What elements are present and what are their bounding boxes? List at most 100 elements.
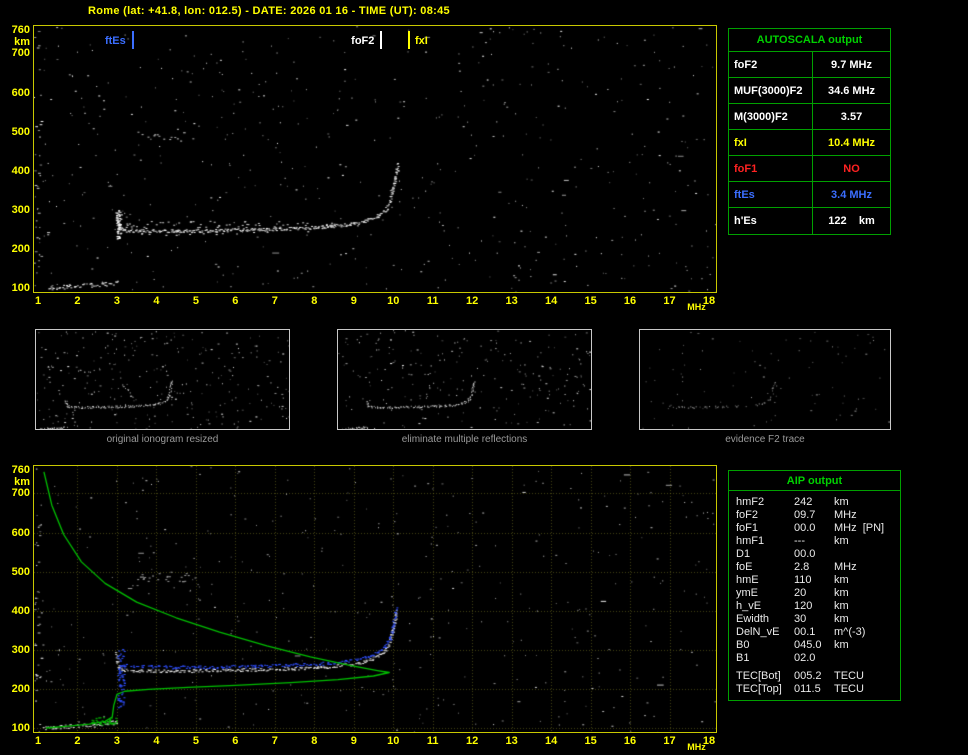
y-tick-label-600: 600	[11, 526, 30, 539]
autoscala-row-value: NO	[843, 162, 860, 175]
aip-row-label: DelN_vE	[736, 626, 780, 638]
x-tick-label-14: 14	[544, 735, 558, 747]
top-ionogram-plot: ftEs foF2 fxI	[33, 25, 717, 293]
y-axis-unit: km	[14, 36, 30, 48]
autoscala-row-label: MUF(3000)F2	[729, 78, 813, 103]
x-tick-label-2: 2	[74, 735, 81, 747]
x-tick-label-16: 16	[623, 295, 637, 307]
aip-row-DelN_vE: DelN_vE 00.1 m^(-3)	[729, 626, 900, 639]
thumbnail-caption-1: original ionogram resized	[106, 434, 219, 445]
aip-row-value: ---	[794, 535, 805, 547]
autoscala-screen: Rome (lat: +41.8, lon: 012.5) - DATE: 20…	[0, 0, 968, 755]
x-tick-label-11: 11	[426, 295, 439, 307]
aip-row-value: 00.1	[794, 626, 816, 638]
x-tick-label-15: 15	[584, 735, 597, 747]
marker-label-fxI: fxI	[415, 35, 428, 47]
y-tick-label-400: 400	[11, 604, 30, 617]
x-tick-label-2: 2	[74, 295, 81, 307]
aip-row-label: ymE	[736, 587, 758, 599]
aip-row-D1: D1 00.0	[729, 548, 900, 561]
aip-row-label: Ewidth	[736, 613, 770, 625]
aip-row-ymE: ymE 20 km	[729, 587, 900, 600]
x-tick-label-8: 8	[311, 735, 318, 747]
x-tick-label-3: 3	[113, 735, 120, 747]
x-tick-label-9: 9	[350, 735, 357, 747]
thumbnail-3	[639, 329, 891, 430]
aip-row-value: 02.0	[794, 652, 816, 664]
thumbnail-1	[35, 329, 290, 430]
marker-label-ftEs: ftEs	[104, 35, 126, 47]
aip-row-unit: TECU	[834, 670, 864, 682]
aip-row-unit	[834, 652, 900, 665]
x-axis-unit: MHz	[687, 302, 706, 312]
aip-row-label: foF1	[736, 522, 759, 534]
marker-label-foF2: foF2	[351, 35, 375, 47]
aip-row-value: 120	[794, 600, 813, 612]
aip-row-value: 00.0	[794, 548, 816, 560]
aip-row-unit: km	[834, 587, 849, 599]
y-tick-label-760: 760	[11, 464, 30, 476]
y-tick-label-300: 300	[11, 203, 30, 216]
aip-row-TEC[Top]: TEC[Top] 011.5 TECU	[729, 683, 900, 696]
x-tick-label-10: 10	[387, 735, 400, 747]
x-tick-label-7: 7	[271, 295, 278, 307]
x-tick-label-5: 5	[192, 735, 199, 747]
aip-row-label: hmE	[736, 574, 759, 586]
aip-row-unit: km	[834, 535, 849, 547]
thumbnail-2	[337, 329, 592, 430]
autoscala-row-MUF(3000)F2: MUF(3000)F2 34.6 MHz	[729, 78, 890, 104]
aip-row-hmE: hmE 110 km	[729, 574, 900, 587]
aip-row-value: 00.0	[794, 522, 816, 534]
autoscala-row-fxI: fxI 10.4 MHz	[729, 130, 890, 156]
y-tick-label-500: 500	[11, 125, 30, 138]
autoscala-row-label: h'Es	[729, 208, 813, 234]
autoscala-row-value: 122 km	[828, 215, 875, 227]
aip-row-value: 30	[794, 613, 807, 625]
autoscala-row-h'Es: h'Es 122 km	[729, 208, 890, 234]
autoscala-row-foF2: foF2 9.7 MHz	[729, 52, 890, 78]
aip-row-label: B0	[736, 639, 750, 651]
thumbnail-canvas-2	[338, 330, 591, 429]
aip-row-foF1: foF1 00.0 MHz [PN]	[729, 522, 900, 535]
aip-row-value: 242	[794, 496, 813, 508]
aip-row-unit: km	[834, 613, 849, 625]
aip-row-unit: MHz [PN]	[834, 522, 885, 534]
thumbnail-caption-3: evidence F2 trace	[725, 434, 805, 445]
autoscala-table-header: AUTOSCALA output	[729, 29, 890, 52]
aip-row-value: 09.7	[794, 509, 816, 521]
x-tick-label-11: 11	[426, 735, 439, 747]
aip-table-rows: hmF2 242 km foF2 09.7 MHz foF1 00.0 MHz [PN] hmF1…	[729, 496, 900, 696]
aip-row-unit: MHz	[834, 561, 857, 573]
aip-row-unit: m^(-3)	[834, 626, 866, 638]
x-axis-unit: MHz	[687, 742, 706, 752]
bottom-ionogram-plot	[33, 465, 717, 733]
x-tick-label-1: 1	[34, 735, 42, 747]
autoscala-row-label: foF2	[729, 52, 813, 77]
y-tick-label-100: 100	[11, 722, 30, 734]
aip-row-label: hmF1	[736, 535, 765, 547]
aip-row-unit: km	[834, 600, 849, 612]
aip-row-unit: MHz	[834, 509, 857, 521]
aip-row-value: 20	[794, 587, 807, 599]
y-tick-label-100: 100	[11, 282, 30, 294]
thumbnail-caption-2: eliminate multiple reflections	[401, 434, 528, 445]
marker-line-fxI	[408, 31, 411, 49]
aip-row-value: 011.5	[794, 683, 821, 695]
aip-row-unit: km	[834, 574, 849, 586]
y-tick-label-700: 700	[11, 487, 30, 500]
autoscala-row-ftEs: ftEs 3.4 MHz	[729, 182, 890, 208]
aip-row-foE: foE 2.8 MHz	[729, 561, 900, 574]
autoscala-row-value: 10.4 MHz	[827, 136, 876, 149]
page-title: Rome (lat: +41.8, lon: 012.5) - DATE: 20…	[88, 5, 450, 17]
autoscala-row-label: fxI	[729, 130, 813, 155]
autoscala-row-value: 3.4 MHz	[831, 188, 872, 201]
y-tick-label-600: 600	[11, 86, 30, 99]
aip-row-label: foF2	[736, 509, 759, 521]
autoscala-row-label: foF1	[729, 156, 813, 181]
x-tick-label-6: 6	[232, 735, 239, 747]
x-tick-label-16: 16	[623, 735, 637, 747]
x-tick-label-13: 13	[505, 735, 518, 747]
aip-row-unit: TECU	[834, 683, 864, 695]
aip-row-B1: B1 02.0	[729, 652, 900, 665]
y-tick-label-200: 200	[11, 242, 30, 255]
